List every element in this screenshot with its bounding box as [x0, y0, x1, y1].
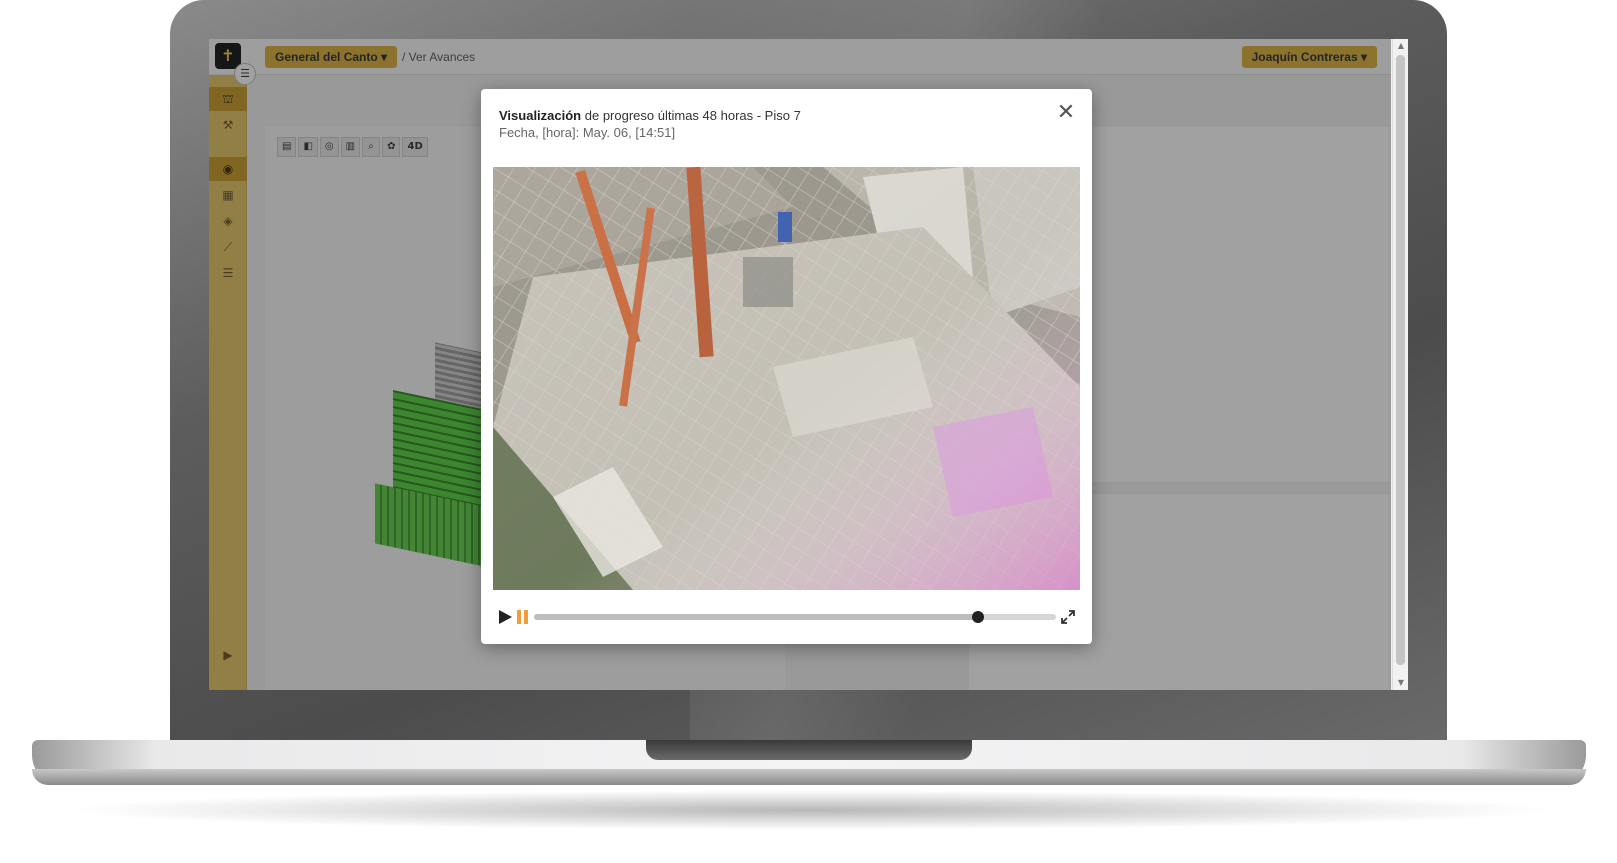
laptop-notch — [646, 740, 972, 760]
modal-subtitle: Fecha, [hora]: May. 06, [14:51] — [499, 125, 676, 140]
progress-modal: Visualización de progreso últimas 48 hor… — [481, 89, 1092, 644]
video-progress-track[interactable] — [534, 611, 1056, 623]
play-icon[interactable] — [497, 609, 513, 625]
laptop-shadow — [60, 790, 1560, 830]
modal-title: Visualización de progreso últimas 48 hor… — [499, 108, 801, 123]
scroll-up-icon[interactable]: ▲ — [1393, 39, 1408, 53]
pause-icon[interactable] — [516, 609, 530, 625]
fullscreen-icon[interactable] — [1060, 609, 1076, 625]
video-controls — [493, 599, 1080, 635]
modal-title-rest: de progreso últimas 48 horas - Piso 7 — [581, 108, 801, 123]
video-progress-fill — [534, 614, 978, 620]
video-player[interactable] — [493, 167, 1080, 590]
scrollbar[interactable]: ▲ ▼ — [1392, 39, 1408, 690]
video-progress-knob[interactable] — [971, 611, 984, 623]
construction-site-footage — [493, 167, 1080, 590]
close-icon[interactable]: ✕ — [1056, 102, 1076, 124]
modal-title-bold: Visualización — [499, 108, 582, 123]
scroll-down-icon[interactable]: ▼ — [1393, 676, 1408, 690]
scrollbar-thumb[interactable] — [1396, 55, 1405, 665]
